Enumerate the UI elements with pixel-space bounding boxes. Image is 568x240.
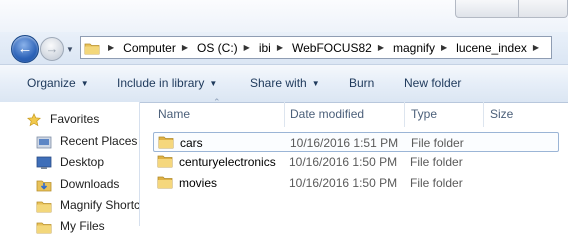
desktop-icon [36, 156, 52, 169]
forward-arrow-icon: → [45, 41, 59, 56]
sidebar-item-label: Recent Places [60, 134, 138, 148]
breadcrumb-separator-icon[interactable]: ▶ [533, 43, 539, 52]
crumb-ibi[interactable]: ibi [259, 41, 271, 55]
pane-divider[interactable] [139, 102, 140, 226]
folder-icon [157, 155, 173, 168]
address-row: ← → ▼ ▶ Computer ▶ OS (C:) ▶ ibi ▶ WebFO… [0, 32, 568, 64]
star-icon [27, 113, 41, 127]
navigation-pane: Favorites Recent Places Desktop Download… [0, 102, 141, 234]
crumb-magnify[interactable]: magnify [393, 41, 435, 55]
file-name: cars [180, 136, 203, 150]
breadcrumb-separator-icon[interactable]: ▶ [277, 43, 283, 52]
crumb-webfocus82[interactable]: WebFOCUS82 [292, 41, 372, 55]
back-arrow-icon: ← [17, 40, 33, 57]
breadcrumb-separator-icon[interactable]: ▶ [441, 43, 447, 52]
organize-button[interactable]: Organize ▼ [27, 76, 89, 90]
folder-icon [84, 43, 100, 54]
share-label: Share with [250, 76, 307, 90]
downloads-icon [36, 180, 52, 192]
crumb-computer[interactable]: Computer [123, 41, 176, 55]
crumb-lucene-index[interactable]: lucene_index [456, 41, 527, 55]
file-name: movies [179, 176, 218, 190]
breadcrumb-separator-icon[interactable]: ▶ [182, 43, 188, 52]
back-button[interactable]: ← [11, 35, 39, 63]
sort-ascending-icon: ⌃ [213, 97, 221, 107]
maximize-button[interactable] [455, 0, 519, 18]
include-label: Include in library [117, 76, 205, 90]
sidebar-item-label: Favorites [50, 112, 100, 126]
chevron-down-icon: ▼ [209, 79, 218, 88]
table-row[interactable]: movies 10/16/2016 1:50 PM File folder [153, 173, 559, 193]
column-separator[interactable] [483, 102, 484, 127]
sidebar-item-magnify-shortcut[interactable]: Magnify Shortc [36, 198, 141, 213]
file-type: File folder [410, 176, 463, 190]
share-with-button[interactable]: Share with ▼ [250, 76, 320, 90]
folder-icon [36, 222, 52, 234]
sidebar-item-label: My Files [60, 219, 105, 233]
sidebar-item-favorites[interactable]: Favorites [27, 112, 100, 127]
file-date: 10/16/2016 1:51 PM [290, 136, 399, 150]
sidebar-item-label: Downloads [60, 177, 120, 191]
sidebar-item-label: Magnify Shortc [60, 198, 141, 212]
chevron-down-icon: ▼ [80, 79, 89, 88]
table-row[interactable]: centuryelectronics 10/16/2016 1:50 PM Fi… [153, 152, 559, 172]
sidebar-item-label: Desktop [60, 155, 105, 169]
column-header-name[interactable]: Name [158, 102, 190, 127]
title-bar [0, 0, 568, 32]
crumb-os-c[interactable]: OS (C:) [197, 41, 238, 55]
burn-label: Burn [349, 76, 375, 90]
sidebar-item-desktop[interactable]: Desktop [36, 155, 105, 169]
sidebar-item-recent-places[interactable]: Recent Places [36, 134, 138, 149]
forward-button[interactable]: → [40, 37, 64, 61]
file-date: 10/16/2016 1:50 PM [289, 155, 398, 169]
breadcrumb-separator-icon[interactable]: ▶ [108, 43, 114, 52]
close-button[interactable] [518, 0, 568, 18]
new-folder-label: New folder [404, 76, 462, 90]
breadcrumb: ▶ Computer ▶ OS (C:) ▶ ibi ▶ WebFOCUS82 … [83, 37, 548, 58]
include-in-library-button[interactable]: Include in library ▼ [117, 76, 217, 90]
table-row[interactable]: cars 10/16/2016 1:51 PM File folder [153, 132, 559, 152]
sidebar-item-downloads[interactable]: Downloads [36, 177, 120, 192]
organize-label: Organize [27, 76, 76, 90]
new-folder-button[interactable]: New folder [404, 76, 461, 90]
breadcrumb-separator-icon[interactable]: ▶ [244, 43, 250, 52]
column-header-date-modified[interactable]: Date modified [290, 102, 364, 127]
sidebar-item-my-files[interactable]: My Files [36, 219, 105, 234]
file-type: File folder [410, 155, 463, 169]
column-separator[interactable] [404, 102, 405, 127]
history-dropdown-icon[interactable]: ▼ [66, 45, 74, 54]
column-header-size[interactable]: Size [490, 102, 513, 127]
folder-icon [36, 201, 52, 213]
command-toolbar: Organize ▼ Include in library ▼ Share with… [0, 64, 568, 103]
folder-icon [157, 176, 173, 189]
recent-places-icon [36, 136, 52, 149]
column-header-type[interactable]: Type [411, 102, 437, 127]
file-name: centuryelectronics [179, 155, 276, 169]
address-bar[interactable]: ▶ Computer ▶ OS (C:) ▶ ibi ▶ WebFOCUS82 … [80, 36, 552, 59]
file-date: 10/16/2016 1:50 PM [289, 176, 398, 190]
column-separator[interactable] [284, 102, 285, 127]
chevron-down-icon: ▼ [311, 79, 320, 88]
file-type: File folder [411, 136, 464, 150]
breadcrumb-separator-icon[interactable]: ▶ [378, 43, 384, 52]
burn-button[interactable]: Burn [349, 76, 374, 90]
folder-icon [158, 136, 174, 149]
